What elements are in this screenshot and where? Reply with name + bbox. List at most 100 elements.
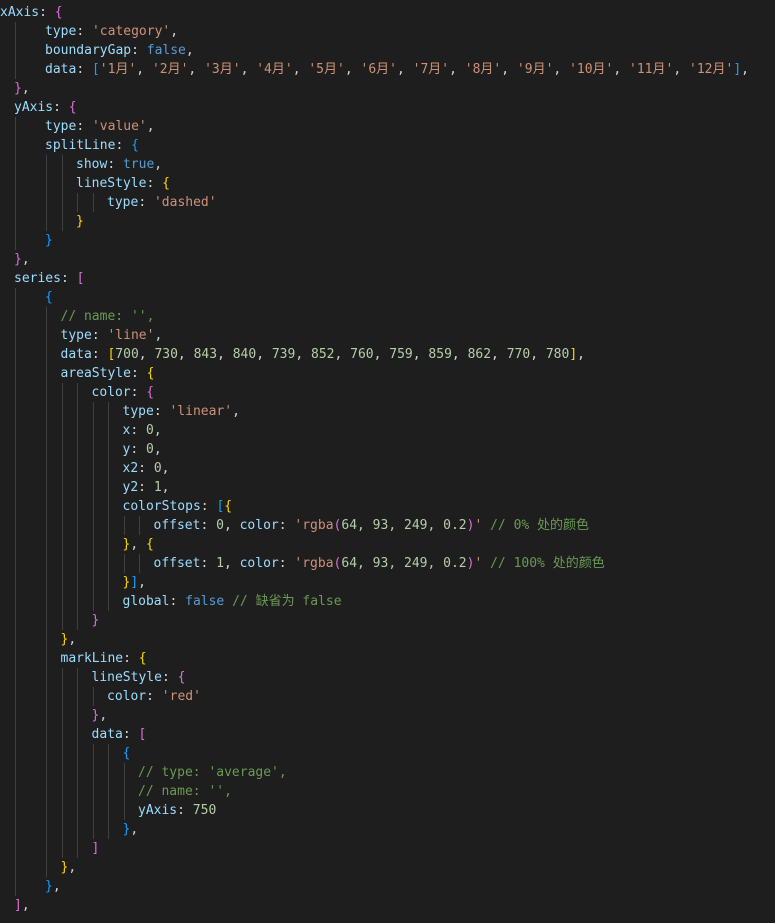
code-token: } (14, 81, 22, 96)
code-line[interactable]: color: 'red' (0, 687, 775, 706)
code-line[interactable]: offset: 0, color: 'rgba(64, 93, 249, 0.2… (0, 516, 775, 535)
code-line[interactable]: type: 'linear', (0, 402, 775, 421)
code-token: // 100% 处的颜色 (490, 556, 605, 571)
code-token: 840 (232, 347, 257, 362)
code-line[interactable]: splitLine: { (0, 136, 775, 155)
code-token: } (76, 214, 84, 229)
code-token: offset (153, 518, 201, 533)
code-token: '1月' (99, 62, 137, 77)
code-line[interactable]: y: 0, (0, 440, 775, 459)
code-line[interactable]: ], (0, 896, 775, 915)
code-line[interactable]: } (0, 611, 775, 630)
code-token: { (145, 537, 154, 552)
code-token: , (232, 404, 240, 419)
code-token: , (223, 518, 240, 533)
code-token: 'value' (91, 119, 147, 134)
code-editor[interactable]: xAxis: {type: 'category', boundaryGap: fa… (0, 0, 775, 923)
code-token: : (138, 480, 154, 495)
code-line[interactable]: show: true, (0, 155, 775, 174)
code-line[interactable]: areaStyle: { (0, 364, 775, 383)
code-line[interactable]: data: [ (0, 725, 775, 744)
code-line[interactable]: { (0, 288, 775, 307)
code-line[interactable]: colorStops: [{ (0, 497, 775, 516)
code-token: 852 (311, 347, 335, 362)
code-token: , (530, 347, 546, 362)
code-token: 760 (350, 347, 374, 362)
code-line[interactable]: global: false // 缺省为 false (0, 592, 775, 611)
code-token: // name: '', (138, 784, 232, 799)
code-token: type (45, 24, 77, 39)
code-token: , (130, 822, 139, 837)
code-line[interactable]: markLine: { (0, 649, 775, 668)
code-token: ] (14, 898, 22, 913)
code-line[interactable]: x2: 0, (0, 459, 775, 478)
code-token: : (76, 119, 92, 134)
code-token: , (373, 347, 390, 362)
code-token: , (68, 632, 77, 647)
code-line[interactable]: }, (0, 858, 775, 877)
code-token: yAxis (14, 100, 54, 115)
code-line[interactable]: boundaryGap: false, (0, 41, 775, 60)
code-token: : (53, 100, 69, 115)
code-token: : (161, 670, 178, 685)
code-token: , (146, 119, 155, 134)
code-token: splitLine (45, 138, 116, 153)
code-line[interactable]: } (0, 212, 775, 231)
code-line[interactable]: // type: 'average', (0, 763, 775, 782)
code-line[interactable]: offset: 1, color: 'rgba(64, 93, 249, 0.2… (0, 554, 775, 573)
code-token: xAxis (0, 5, 40, 20)
code-line[interactable]: }, { (0, 535, 775, 554)
code-line[interactable]: }, (0, 877, 775, 896)
code-token: '7月' (412, 62, 450, 77)
code-line[interactable]: }, (0, 79, 775, 98)
code-line[interactable]: type: 'line', (0, 326, 775, 345)
code-token: : (123, 651, 139, 666)
code-token: , (138, 575, 146, 590)
code-token: // 0% 处的颜色 (490, 518, 590, 533)
code-line[interactable]: }, (0, 820, 775, 839)
code-token: 64, 93, 249, 0.2 (341, 556, 467, 571)
code-token: false (146, 43, 186, 58)
code-token: , (741, 62, 749, 77)
code-token: 770 (506, 347, 531, 362)
code-token: ] (733, 62, 742, 77)
code-line[interactable]: type: 'dashed' (0, 193, 775, 212)
code-token: // type: 'average', (138, 765, 287, 780)
code-line[interactable]: data: ['1月', '2月', '3月', '4月', '5月', '6月… (0, 60, 775, 79)
code-line[interactable]: { (0, 744, 775, 763)
code-line[interactable]: yAxis: { (0, 98, 775, 117)
code-line[interactable]: type: 'category', (0, 22, 775, 41)
code-token: 730 (154, 347, 178, 362)
code-line[interactable]: series: [ (0, 269, 775, 288)
code-line[interactable]: }, (0, 706, 775, 725)
code-token: areaStyle (60, 366, 131, 381)
code-token: : (115, 138, 132, 153)
code-line[interactable]: color: { (0, 383, 775, 402)
code-line[interactable]: ] (0, 839, 775, 858)
code-line[interactable]: x: 0, (0, 421, 775, 440)
code-line[interactable]: // name: '', (0, 782, 775, 801)
code-line[interactable]: }, (0, 250, 775, 269)
code-line[interactable]: type: 'value', (0, 117, 775, 136)
code-token: type (122, 404, 154, 419)
code-token: type (107, 195, 139, 210)
code-token: , (21, 81, 30, 96)
code-token: : (278, 518, 295, 533)
code-line[interactable]: lineStyle: { (0, 668, 775, 687)
code-token: } (45, 879, 53, 894)
code-line[interactable]: y2: 1, (0, 478, 775, 497)
code-token: 843 (193, 347, 218, 362)
code-token: series (14, 271, 61, 286)
code-token: , (177, 347, 194, 362)
code-line[interactable]: } (0, 231, 775, 250)
code-token: '4月' (256, 62, 293, 77)
code-line[interactable]: yAxis: 750 (0, 801, 775, 820)
code-line[interactable]: }], (0, 573, 775, 592)
code-line[interactable]: data: [700, 730, 843, 840, 739, 852, 760… (0, 345, 775, 364)
code-line[interactable]: xAxis: { (0, 3, 775, 22)
code-line[interactable]: // name: '', (0, 307, 775, 326)
code-line[interactable]: }, (0, 630, 775, 649)
code-token: : (122, 727, 139, 742)
code-token: 859 (428, 347, 452, 362)
code-line[interactable]: lineStyle: { (0, 174, 775, 193)
